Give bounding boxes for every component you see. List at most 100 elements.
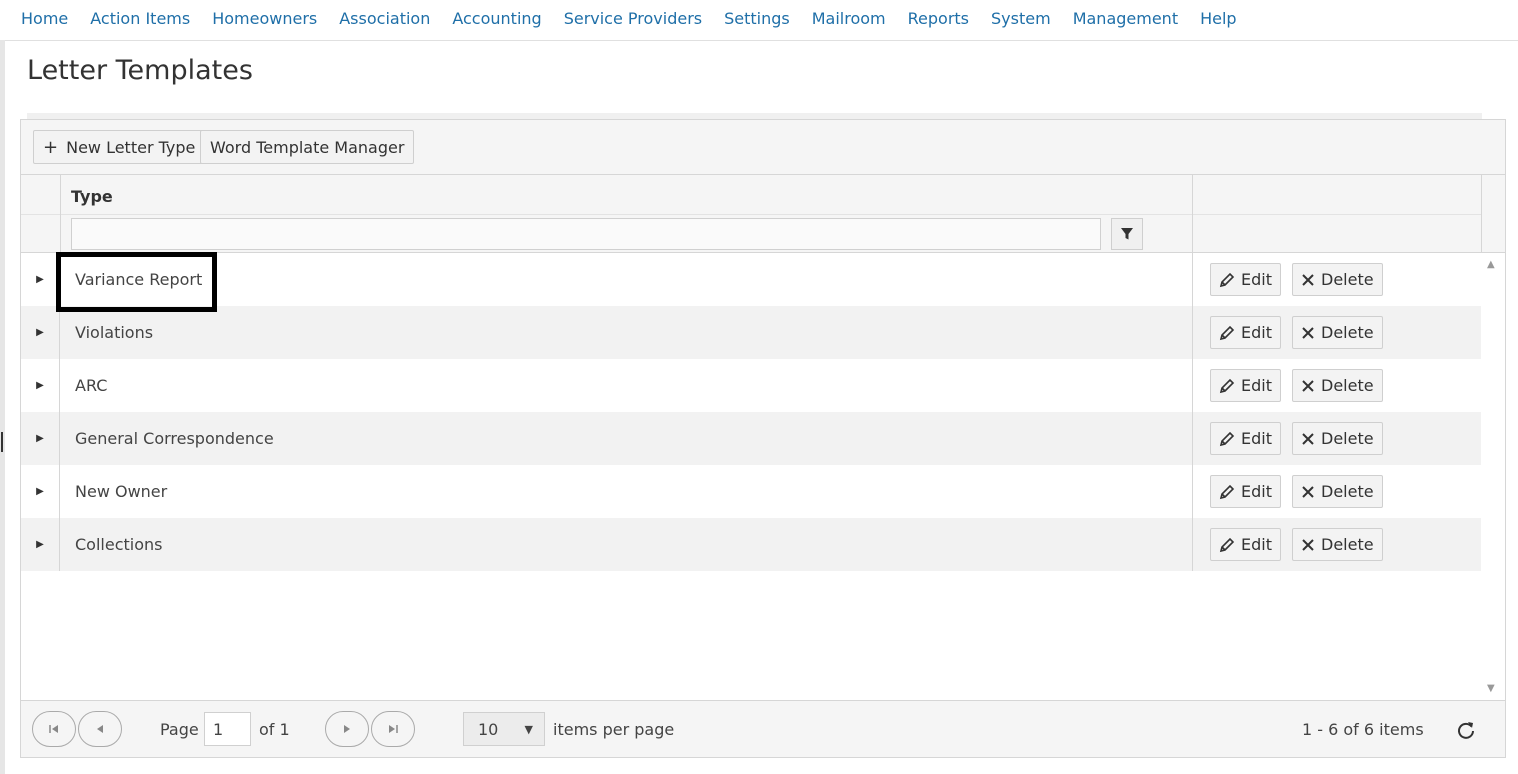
grid-scrollbar[interactable]: ▲ ▼ <box>1481 253 1505 700</box>
type-cell[interactable]: ARC <box>75 376 107 395</box>
grid-pager: Page of 1 10 ▼ items per page 1 - 6 of 6… <box>21 700 1505 757</box>
delete-label: Delete <box>1321 323 1374 342</box>
close-icon <box>1302 273 1314 286</box>
edit-label: Edit <box>1241 323 1272 342</box>
nav-system[interactable]: System <box>980 0 1062 28</box>
delete-button[interactable]: Delete <box>1292 369 1383 402</box>
type-cell[interactable]: General Correspondence <box>75 429 274 448</box>
scroll-up-icon[interactable]: ▲ <box>1487 259 1495 270</box>
page-title: Letter Templates <box>27 55 253 86</box>
type-cell[interactable]: Variance Report <box>75 270 202 289</box>
table-row: ▶ Variance Report Edit Delete <box>21 253 1481 306</box>
nav-reports[interactable]: Reports <box>897 0 980 28</box>
filter-icon <box>1121 228 1133 240</box>
pencil-icon <box>1219 325 1235 340</box>
sidebar-collapse-rail[interactable] <box>0 40 5 774</box>
edit-label: Edit <box>1241 376 1272 395</box>
expand-row-icon[interactable]: ▶ <box>21 518 60 571</box>
nav-action-items[interactable]: Action Items <box>79 0 201 28</box>
expand-row-icon[interactable]: ▶ <box>21 359 60 412</box>
delete-label: Delete <box>1321 270 1374 289</box>
page-size-select[interactable]: 10 ▼ <box>463 712 545 746</box>
last-page-icon <box>389 725 398 733</box>
word-template-manager-button[interactable]: Word Template Manager <box>200 130 415 164</box>
actions-cell: Edit Delete <box>1192 253 1481 306</box>
filter-button[interactable] <box>1111 218 1143 250</box>
page-size-value: 10 <box>478 719 499 739</box>
edit-button[interactable]: Edit <box>1210 316 1281 349</box>
type-filter-input[interactable] <box>71 218 1101 250</box>
actions-cell: Edit Delete <box>1192 518 1481 571</box>
last-page-button[interactable] <box>371 711 415 747</box>
nav-service-providers[interactable]: Service Providers <box>553 0 713 28</box>
nav-homeowners[interactable]: Homeowners <box>201 0 328 28</box>
delete-label: Delete <box>1321 376 1374 395</box>
nav-home[interactable]: Home <box>10 0 79 28</box>
delete-button[interactable]: Delete <box>1292 316 1383 349</box>
chevron-right-icon <box>344 725 350 733</box>
delete-button[interactable]: Delete <box>1292 263 1383 296</box>
top-navigation: Home Action Items Homeowners Association… <box>0 0 1518 41</box>
close-icon <box>1302 379 1314 392</box>
caret-down-icon: ▼ <box>524 723 533 736</box>
page-number-input[interactable] <box>204 712 251 746</box>
column-divider <box>1192 175 1193 215</box>
grid-body: ▶ Variance Report Edit Delete ▶ Violatio… <box>21 253 1481 571</box>
table-row: ▶ Violations Edit Delete <box>21 306 1481 359</box>
actions-cell: Edit Delete <box>1192 465 1481 518</box>
word-template-manager-label: Word Template Manager <box>210 137 405 157</box>
edit-label: Edit <box>1241 429 1272 448</box>
close-icon <box>1302 432 1314 445</box>
type-cell[interactable]: Violations <box>75 323 153 342</box>
pager-summary: 1 - 6 of 6 items <box>1302 720 1424 739</box>
expand-row-icon[interactable]: ▶ <box>21 306 60 359</box>
edit-button[interactable]: Edit <box>1210 422 1281 455</box>
edit-button[interactable]: Edit <box>1210 263 1281 296</box>
nav-mailroom[interactable]: Mailroom <box>801 0 897 28</box>
delete-button[interactable]: Delete <box>1292 422 1383 455</box>
page-count-label: of 1 <box>259 720 290 739</box>
type-cell[interactable]: Collections <box>75 535 162 554</box>
pencil-icon <box>1219 378 1235 393</box>
actions-cell: Edit Delete <box>1192 412 1481 465</box>
grid-header: Type <box>21 175 1481 215</box>
scroll-down-icon[interactable]: ▼ <box>1487 683 1495 694</box>
first-page-button[interactable] <box>32 711 76 747</box>
letter-types-grid: + New Letter Type Word Template Manager … <box>20 119 1506 758</box>
type-cell[interactable]: New Owner <box>75 482 167 501</box>
chevron-left-icon <box>97 725 103 733</box>
nav-management[interactable]: Management <box>1062 0 1189 28</box>
nav-help[interactable]: Help <box>1189 0 1247 28</box>
edit-button[interactable]: Edit <box>1210 369 1281 402</box>
grid-filter-row <box>21 215 1481 253</box>
refresh-icon <box>1458 722 1474 739</box>
table-row: ▶ New Owner Edit Delete <box>21 465 1481 518</box>
new-letter-type-button[interactable]: + New Letter Type <box>33 130 206 164</box>
first-page-icon <box>49 725 58 733</box>
edit-label: Edit <box>1241 270 1272 289</box>
delete-button[interactable]: Delete <box>1292 528 1383 561</box>
column-header-type[interactable]: Type <box>71 187 113 206</box>
delete-label: Delete <box>1321 535 1374 554</box>
new-letter-type-label: New Letter Type <box>66 137 196 157</box>
header-scroll-gutter <box>1481 175 1505 253</box>
nav-settings[interactable]: Settings <box>713 0 801 28</box>
previous-page-button[interactable] <box>78 711 122 747</box>
close-icon <box>1302 485 1314 498</box>
actions-cell: Edit Delete <box>1192 306 1481 359</box>
edit-button[interactable]: Edit <box>1210 475 1281 508</box>
nav-association[interactable]: Association <box>328 0 441 28</box>
pencil-icon <box>1219 272 1235 287</box>
expand-row-icon[interactable]: ▶ <box>21 465 60 518</box>
expand-row-icon[interactable]: ▶ <box>21 412 60 465</box>
next-page-button[interactable] <box>325 711 369 747</box>
expand-row-icon[interactable]: ▶ <box>21 253 60 306</box>
refresh-button[interactable] <box>1454 718 1478 742</box>
plus-icon: + <box>43 136 59 158</box>
close-icon <box>1302 538 1314 551</box>
edit-label: Edit <box>1241 482 1272 501</box>
edit-button[interactable]: Edit <box>1210 528 1281 561</box>
nav-accounting[interactable]: Accounting <box>441 0 552 28</box>
collapse-handle-icon[interactable] <box>0 418 5 452</box>
delete-button[interactable]: Delete <box>1292 475 1383 508</box>
